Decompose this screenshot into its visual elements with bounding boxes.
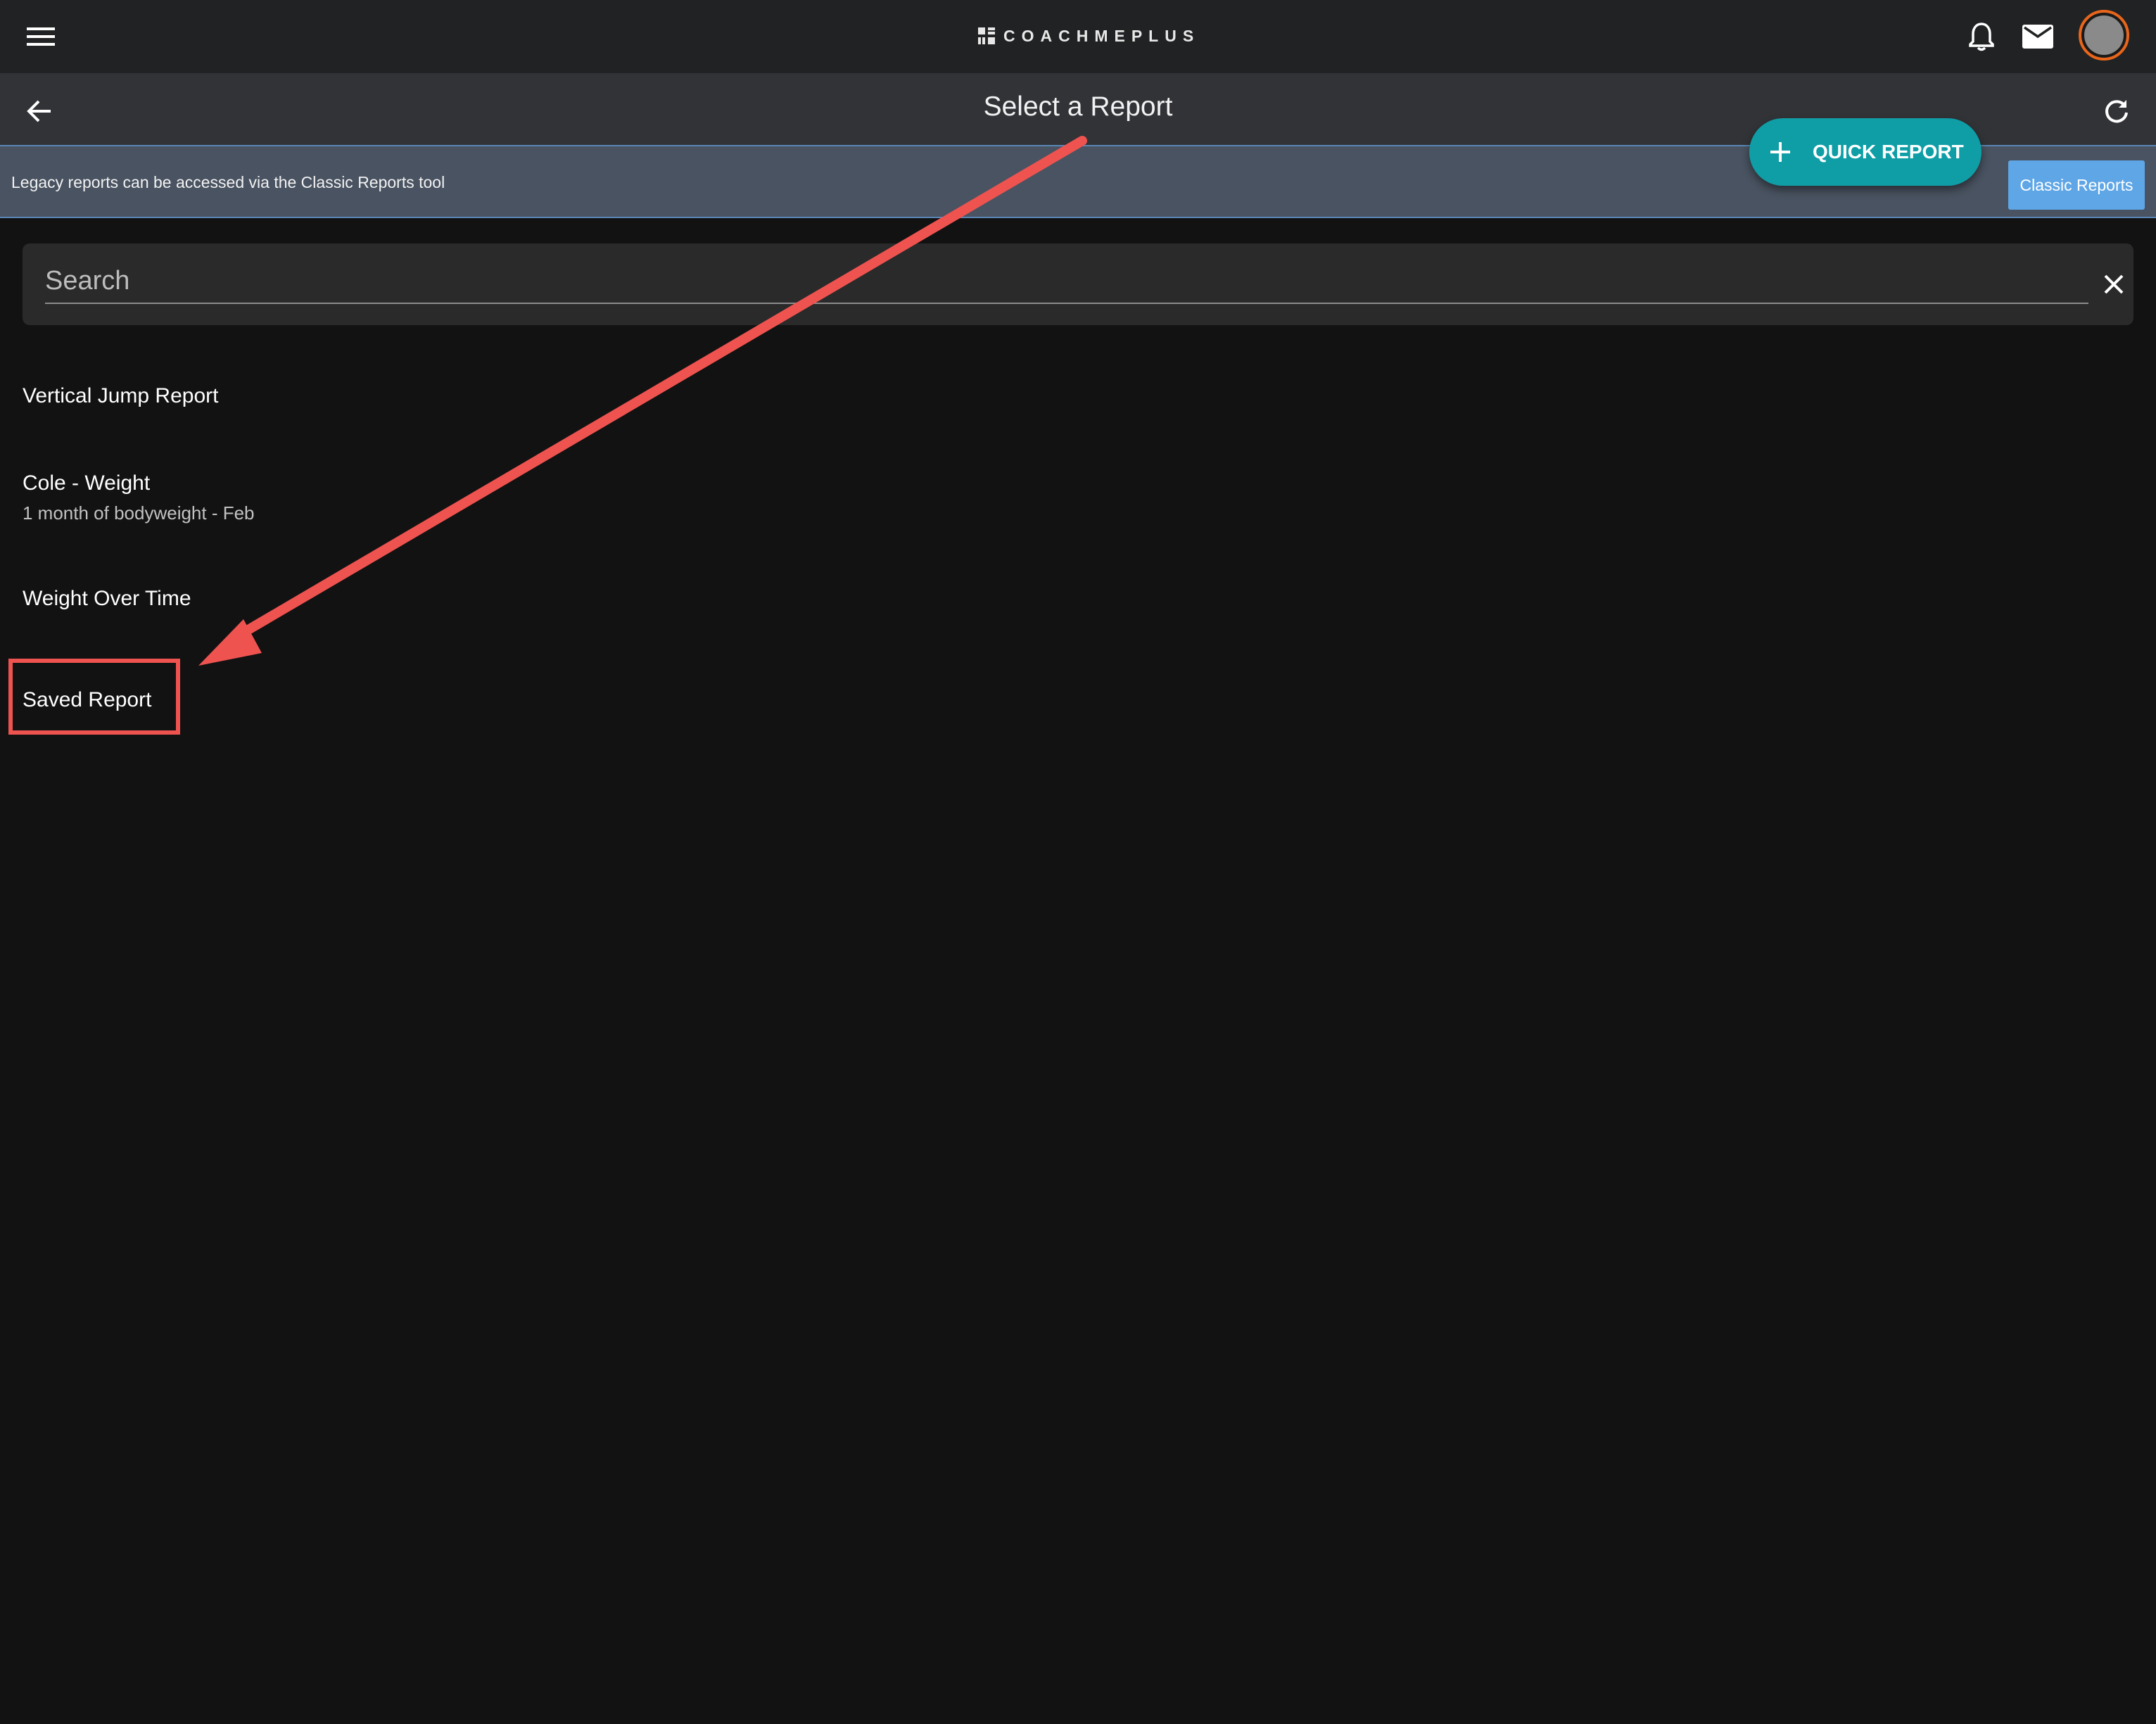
annotation-highlight-box — [8, 659, 180, 735]
search-input[interactable] — [45, 259, 2088, 304]
report-item-weight-over-time[interactable]: Weight Over Time — [23, 587, 191, 611]
coachmeplus-logo: COACHMEPLUS — [978, 24, 1200, 48]
mail-icon[interactable] — [2017, 15, 2059, 58]
user-avatar[interactable] — [2079, 10, 2129, 61]
report-title: Cole - Weight — [23, 471, 151, 495]
banner-text: Legacy reports can be accessed via the C… — [11, 173, 445, 191]
refresh-icon[interactable] — [2094, 90, 2139, 132]
bell-icon[interactable] — [1960, 15, 2003, 58]
quick-report-label: QUICK REPORT — [1813, 141, 1964, 163]
search-bar — [23, 243, 2133, 325]
logo-mark-icon — [978, 27, 995, 44]
report-title: Vertical Jump Report — [23, 384, 219, 407]
report-item-vertical-jump[interactable]: Vertical Jump Report — [23, 384, 218, 408]
avatar-image — [2084, 15, 2124, 55]
classic-reports-button[interactable]: Classic Reports — [2008, 160, 2145, 210]
logo-text: COACHMEPLUS — [1003, 26, 1200, 45]
close-icon[interactable] — [2093, 263, 2135, 305]
report-item-cole-weight[interactable]: Cole - Weight 1 month of bodyweight - Fe… — [23, 471, 255, 524]
quick-report-button[interactable]: QUICK REPORT — [1749, 118, 1981, 186]
hamburger-menu-icon[interactable] — [18, 14, 63, 59]
plus-icon — [1770, 142, 1790, 162]
report-subtitle: 1 month of bodyweight - Feb — [23, 502, 255, 524]
top-app-bar: COACHMEPLUS — [0, 0, 2156, 73]
report-title: Weight Over Time — [23, 587, 191, 610]
